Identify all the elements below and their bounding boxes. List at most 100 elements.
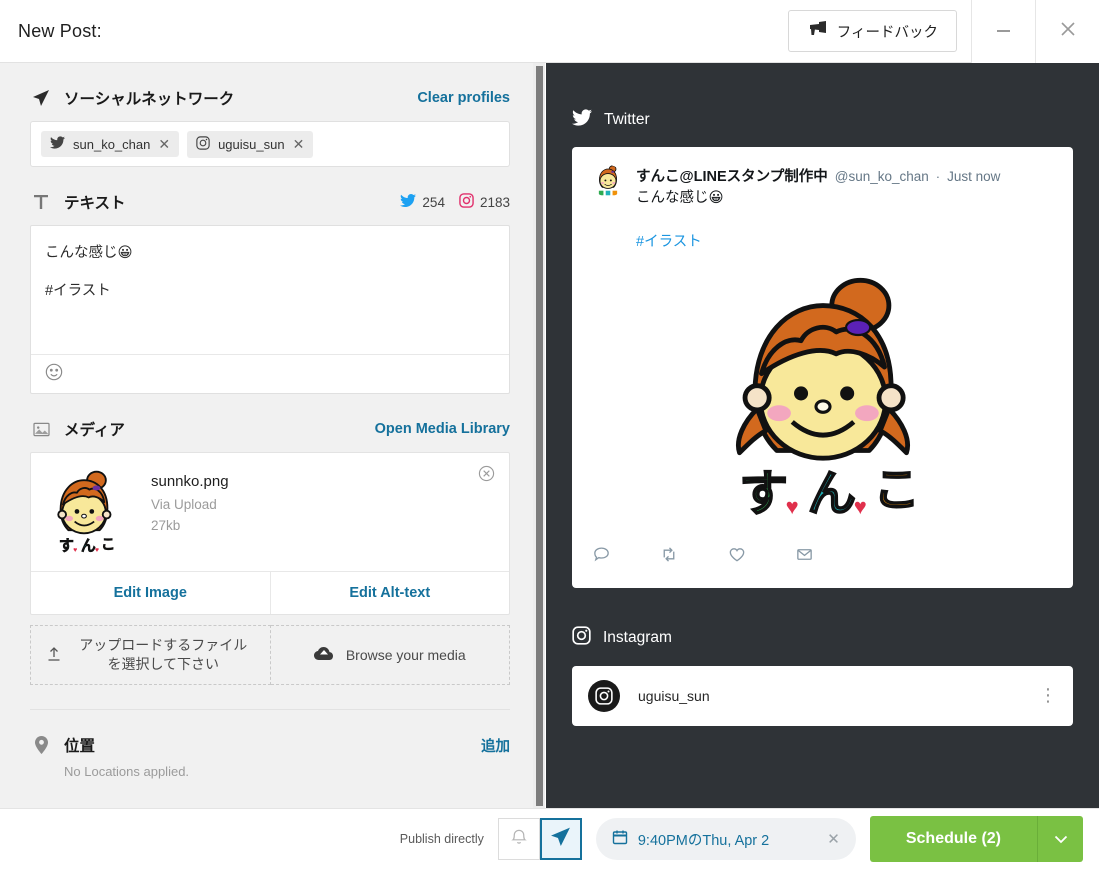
scheduled-time-text: 9:40PMのThu, Apr 2 bbox=[637, 832, 770, 849]
tweet-separator: · bbox=[935, 169, 941, 184]
avatar bbox=[592, 165, 624, 197]
instagram-preview-card: uguisu_sun ⋮ bbox=[572, 665, 1073, 726]
instagram-network-label: Instagram bbox=[603, 628, 672, 646]
tweet-timestamp: Just now bbox=[947, 169, 1001, 184]
open-media-library-button[interactable]: Open Media Library bbox=[375, 421, 510, 437]
svg-text:ん: ん bbox=[807, 466, 855, 522]
window-controls: フィードバック bbox=[787, 0, 1099, 63]
social-networks-header: ソーシャルネットワーク Clear profiles bbox=[30, 87, 510, 109]
counter-value: 254 bbox=[422, 194, 445, 210]
selected-profiles-box[interactable]: sun_ko_chan ✕ uguisu_sun ✕ bbox=[30, 121, 510, 167]
more-options-icon[interactable]: ⋮ bbox=[1039, 687, 1057, 705]
counter-twitter: 254 bbox=[400, 194, 445, 210]
remove-profile-icon[interactable]: ✕ bbox=[158, 137, 170, 151]
editor-pane: ソーシャルネットワーク Clear profiles sun_ko_chan ✕ bbox=[0, 63, 540, 808]
remove-profile-icon[interactable]: ✕ bbox=[293, 137, 305, 151]
twitter-icon bbox=[400, 194, 417, 210]
send-icon bbox=[550, 826, 571, 852]
send-mode-button[interactable] bbox=[539, 818, 582, 860]
text-section-title: テキスト bbox=[64, 195, 126, 212]
svg-text:♥: ♥ bbox=[785, 494, 798, 519]
text-section-header: テキスト 254 2183 bbox=[30, 191, 510, 213]
svg-text:す: す bbox=[739, 466, 787, 522]
character-counters: 254 2183 bbox=[400, 193, 510, 211]
notify-mode-button[interactable] bbox=[497, 818, 540, 860]
minimize-icon bbox=[997, 30, 1010, 32]
share-icon[interactable] bbox=[795, 545, 814, 564]
media-thumbnail: す ♥ ん ♥ こ bbox=[45, 469, 123, 557]
retweet-icon[interactable] bbox=[659, 545, 679, 564]
tweet-author-row: すんこ@LINEスタンプ制作中 @sun_ko_chan · Just now bbox=[636, 165, 1053, 186]
location-section-title: 位置 bbox=[64, 738, 96, 755]
svg-text:ん: ん bbox=[81, 537, 96, 554]
schedule-button-group: Schedule (2) bbox=[869, 816, 1083, 862]
feedback-label: フィードバック bbox=[836, 24, 938, 41]
post-text-content[interactable]: こんな感じ😀 #イラスト bbox=[31, 226, 509, 354]
schedule-options-button[interactable] bbox=[1037, 816, 1083, 862]
minimize-button[interactable] bbox=[971, 0, 1035, 63]
svg-text:♥: ♥ bbox=[853, 494, 866, 519]
no-locations-note: No Locations applied. bbox=[64, 764, 190, 779]
tweet-action-bar bbox=[592, 523, 1053, 580]
reply-icon[interactable] bbox=[592, 545, 611, 564]
bell-icon bbox=[511, 828, 527, 850]
remove-media-icon[interactable] bbox=[478, 465, 495, 487]
profile-name: uguisu_sun bbox=[218, 136, 285, 152]
profile-chip-instagram[interactable]: uguisu_sun ✕ bbox=[187, 130, 314, 158]
footer-bar: Publish directly 9:40PMのThu, Apr 2 ✕ Sch… bbox=[0, 808, 1099, 869]
publish-mode-group bbox=[497, 818, 582, 860]
schedule-button[interactable]: Schedule (2) bbox=[869, 816, 1037, 862]
clear-schedule-icon[interactable]: ✕ bbox=[827, 830, 840, 848]
svg-text:こ: こ bbox=[873, 462, 919, 516]
location-section-header: 位置 追加 bbox=[30, 734, 510, 756]
tweet-body: すんこ@LINEスタンプ制作中 @sun_ko_chan · Just now … bbox=[636, 165, 1053, 251]
media-action-bar: Edit Image Edit Alt-text bbox=[31, 571, 509, 614]
send-icon bbox=[30, 89, 52, 107]
twitter-network-label: Twitter bbox=[604, 111, 650, 128]
counter-value: 2183 bbox=[479, 194, 510, 210]
add-location-button[interactable]: 追加 bbox=[481, 735, 510, 756]
tweet-hashtag[interactable]: #イラスト bbox=[636, 230, 1053, 251]
tweet-handle: @sun_ko_chan bbox=[834, 169, 929, 184]
media-filesize: 27kb bbox=[151, 518, 181, 533]
media-item-meta: sunnko.png Via Upload 27kb bbox=[151, 469, 229, 557]
avatar bbox=[588, 679, 620, 712]
edit-alt-text-button[interactable]: Edit Alt-text bbox=[269, 572, 510, 614]
calendar-icon bbox=[612, 829, 628, 850]
editor-scrollbar-thumb[interactable] bbox=[536, 66, 543, 806]
instagram-post-header: uguisu_sun ⋮ bbox=[572, 666, 1073, 726]
chevron-down-icon bbox=[1054, 835, 1067, 843]
post-text-editor[interactable]: こんな感じ😀 #イラスト bbox=[30, 225, 510, 394]
title-bar: New Post: フィードバック bbox=[0, 0, 1099, 63]
image-icon bbox=[30, 422, 52, 437]
browse-media-button[interactable]: Browse your media bbox=[270, 625, 510, 685]
cloud-upload-icon bbox=[313, 646, 334, 664]
media-section-title: メディア bbox=[64, 422, 125, 439]
tweet-text: こんな感じ😀 bbox=[636, 190, 724, 206]
emoji-picker-icon[interactable] bbox=[45, 363, 63, 386]
feedback-button[interactable]: フィードバック bbox=[787, 10, 957, 52]
section-divider bbox=[30, 709, 510, 710]
media-source: Via Upload bbox=[151, 497, 217, 512]
choose-file-button[interactable]: アップロードするファイルを選択して下さい bbox=[30, 625, 271, 685]
choose-file-label: アップロードするファイルを選択して下さい bbox=[79, 637, 248, 672]
edit-image-button[interactable]: Edit Image bbox=[31, 572, 270, 614]
twitter-preview-header: Twitter bbox=[572, 109, 1073, 131]
svg-text:こ: こ bbox=[101, 537, 115, 553]
like-icon[interactable] bbox=[727, 545, 747, 564]
close-button[interactable] bbox=[1035, 0, 1099, 63]
media-item-card: す ♥ ん ♥ こ sunnko.png Via Upload 27kb Edi… bbox=[30, 452, 510, 615]
post-text-line-1: こんな感じ😀 bbox=[45, 245, 133, 261]
upload-icon bbox=[47, 646, 61, 665]
clear-profiles-button[interactable]: Clear profiles bbox=[417, 90, 510, 106]
upload-row: アップロードするファイルを選択して下さい Browse your media bbox=[30, 625, 510, 685]
tweet-display-name: すんこ@LINEスタンプ制作中 bbox=[636, 169, 828, 185]
browse-media-label: Browse your media bbox=[345, 647, 466, 663]
post-text-line-2: #イラスト bbox=[45, 282, 111, 299]
social-networks-title: ソーシャルネットワーク bbox=[64, 91, 235, 108]
tweet-header: すんこ@LINEスタンプ制作中 @sun_ko_chan · Just now … bbox=[592, 165, 1053, 251]
profile-chip-twitter[interactable]: sun_ko_chan ✕ bbox=[41, 131, 180, 157]
instagram-preview-header: Instagram bbox=[572, 626, 1073, 650]
scheduled-time-chip[interactable]: 9:40PMのThu, Apr 2 ✕ bbox=[595, 818, 856, 860]
publish-directly-label: Publish directly bbox=[399, 832, 484, 846]
